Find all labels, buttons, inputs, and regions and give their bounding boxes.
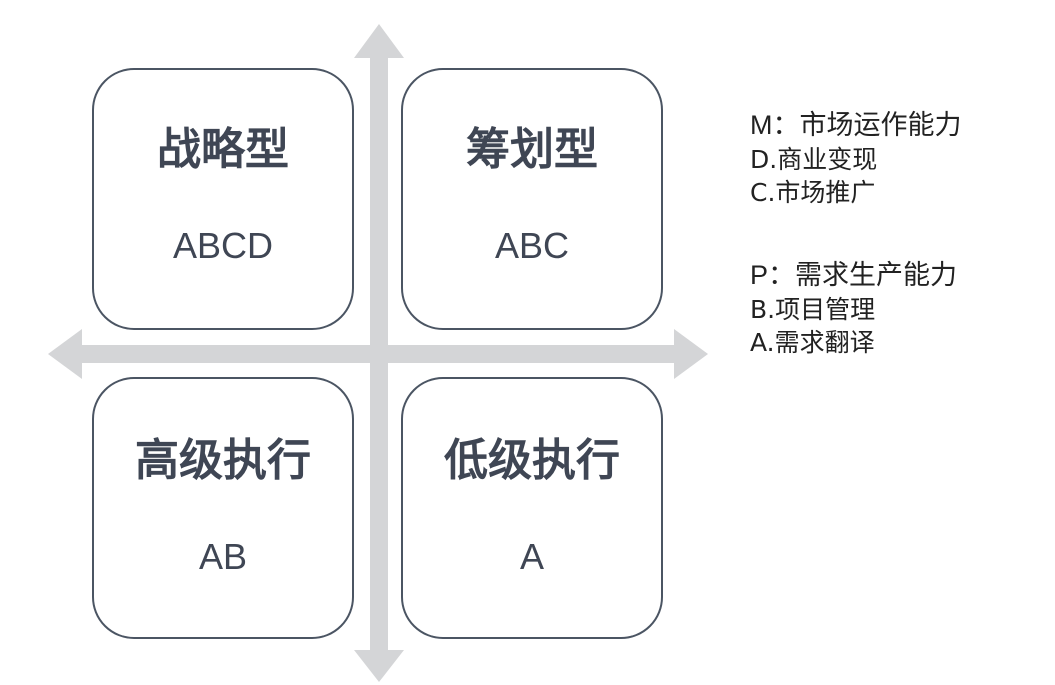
quadrant-code: AB xyxy=(198,536,248,577)
quadrant-title: 筹划型 xyxy=(466,124,598,175)
legend-production-ability: P：需求生产能力 B.项目管理 A.需求翻译 xyxy=(750,260,958,357)
right-arrow-head xyxy=(674,329,708,379)
quadrant-strategic: 战略型 ABCD xyxy=(92,68,354,330)
legend-label: 市场运作能力 xyxy=(799,110,962,141)
legend-separator: ： xyxy=(772,110,800,141)
left-arrow-head xyxy=(48,329,82,379)
quadrant-planning: 筹划型 ABC xyxy=(401,68,663,330)
legend-item: D.商业变现 xyxy=(750,145,878,174)
legend-code: P xyxy=(750,260,769,290)
legend-heading: M：市场运作能力 xyxy=(750,110,962,141)
quadrant-code: ABCD xyxy=(172,225,274,266)
legend-market-ability: M：市场运作能力 D.商业变现 C.市场推广 xyxy=(750,110,962,207)
quadrant-code: ABC xyxy=(494,225,570,266)
horizontal-axis-line xyxy=(78,345,678,363)
legend-label: 需求生产能力 xyxy=(795,260,958,291)
quadrant-code: A xyxy=(519,536,544,577)
legend-item: A.需求翻译 xyxy=(750,328,875,357)
quadrant-junior-execution: 低级执行 A xyxy=(401,377,663,639)
quadrant-senior-execution: 高级执行 AB xyxy=(92,377,354,639)
legend-item: B.项目管理 xyxy=(750,295,876,324)
legend-heading: P：需求生产能力 xyxy=(750,260,958,291)
legend-code: M xyxy=(750,110,773,140)
quadrant-title: 高级执行 xyxy=(135,435,311,486)
quadrant-title: 战略型 xyxy=(157,124,289,175)
quadrant-title: 低级执行 xyxy=(444,435,620,486)
up-arrow-head xyxy=(354,24,404,58)
down-arrow-head xyxy=(354,650,404,682)
legend-item: C.市场推广 xyxy=(750,178,876,207)
legend-separator: ： xyxy=(768,260,796,291)
